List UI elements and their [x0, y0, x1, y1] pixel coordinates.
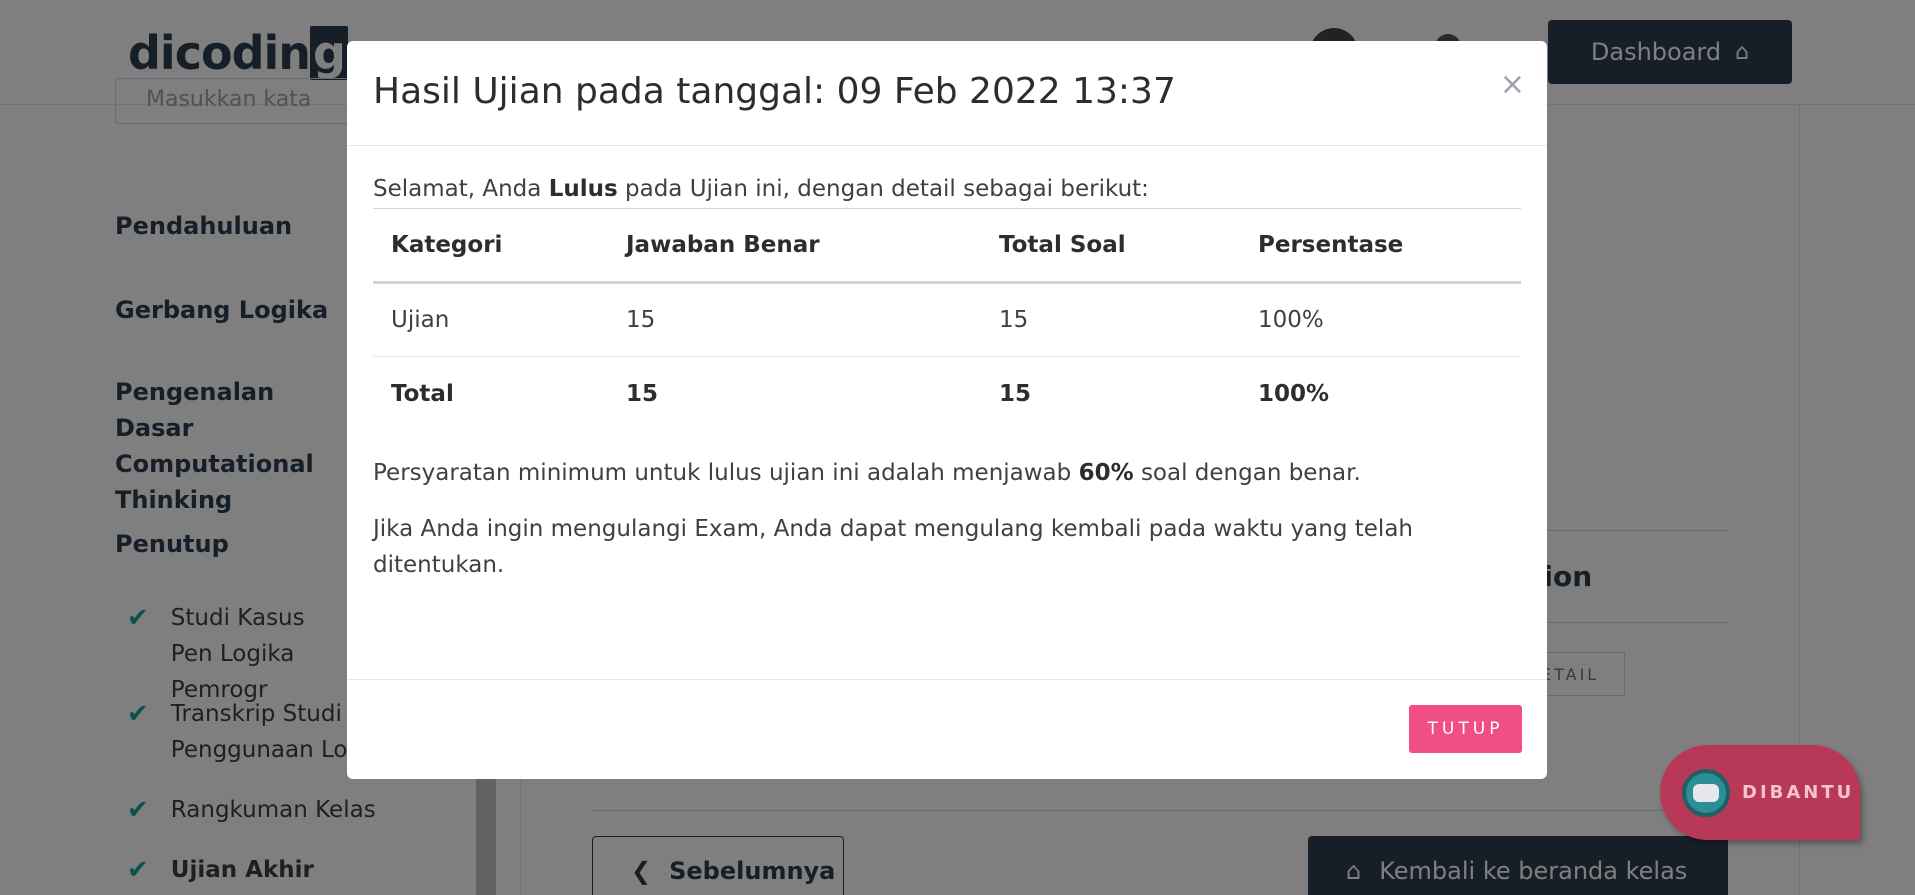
table-cell: 100%: [1240, 282, 1521, 357]
tutup-button[interactable]: TUTUP: [1409, 705, 1522, 753]
table-cell: 15: [608, 282, 981, 357]
dibantu-chat-button[interactable]: DIBANTU: [1660, 745, 1860, 840]
modal-footer: TUTUP: [347, 679, 1547, 779]
column-header: Kategori: [373, 208, 608, 284]
modal-header: Hasil Ujian pada tanggal: 09 Feb 2022 13…: [347, 41, 1547, 146]
table-cell: 15: [981, 282, 1240, 357]
table-row: Ujian 15 15 100%: [373, 282, 1521, 357]
column-header: Jawaban Benar: [608, 208, 981, 284]
result-table: Kategori Jawaban Benar Total Soal Persen…: [373, 208, 1521, 431]
intro-text: Selamat, Anda Lulus pada Ujian ini, deng…: [373, 176, 1149, 202]
retake-info-text: Jika Anda ingin mengulangi Exam, Anda da…: [373, 515, 1413, 578]
minimum-score: 60%: [1078, 459, 1134, 486]
modal-body: Selamat, Anda Lulus pada Ujian ini, deng…: [347, 146, 1547, 583]
requirement-text: Persyaratan minimum untuk lulus ujian in…: [373, 459, 1361, 486]
table-total-row: Total 15 15 100%: [373, 357, 1521, 431]
table-cell: 15: [999, 380, 1032, 407]
table-header-row: Kategori Jawaban Benar Total Soal Persen…: [373, 208, 1521, 284]
column-header: Total Soal: [981, 208, 1240, 284]
table-cell: Total: [391, 380, 454, 407]
table-cell: 100%: [1258, 380, 1330, 407]
robot-icon: [1682, 768, 1730, 817]
modal-title: Hasil Ujian pada tanggal: 09 Feb 2022 13…: [373, 71, 1176, 112]
table-cell: Ujian: [373, 282, 608, 357]
chat-label: DIBANTU: [1742, 782, 1855, 803]
close-icon[interactable]: ×: [1500, 67, 1525, 102]
column-header: Persentase: [1240, 208, 1521, 284]
exam-result-modal: Hasil Ujian pada tanggal: 09 Feb 2022 13…: [347, 41, 1547, 779]
pass-status: Lulus: [548, 176, 618, 202]
table-cell: 15: [626, 380, 659, 407]
